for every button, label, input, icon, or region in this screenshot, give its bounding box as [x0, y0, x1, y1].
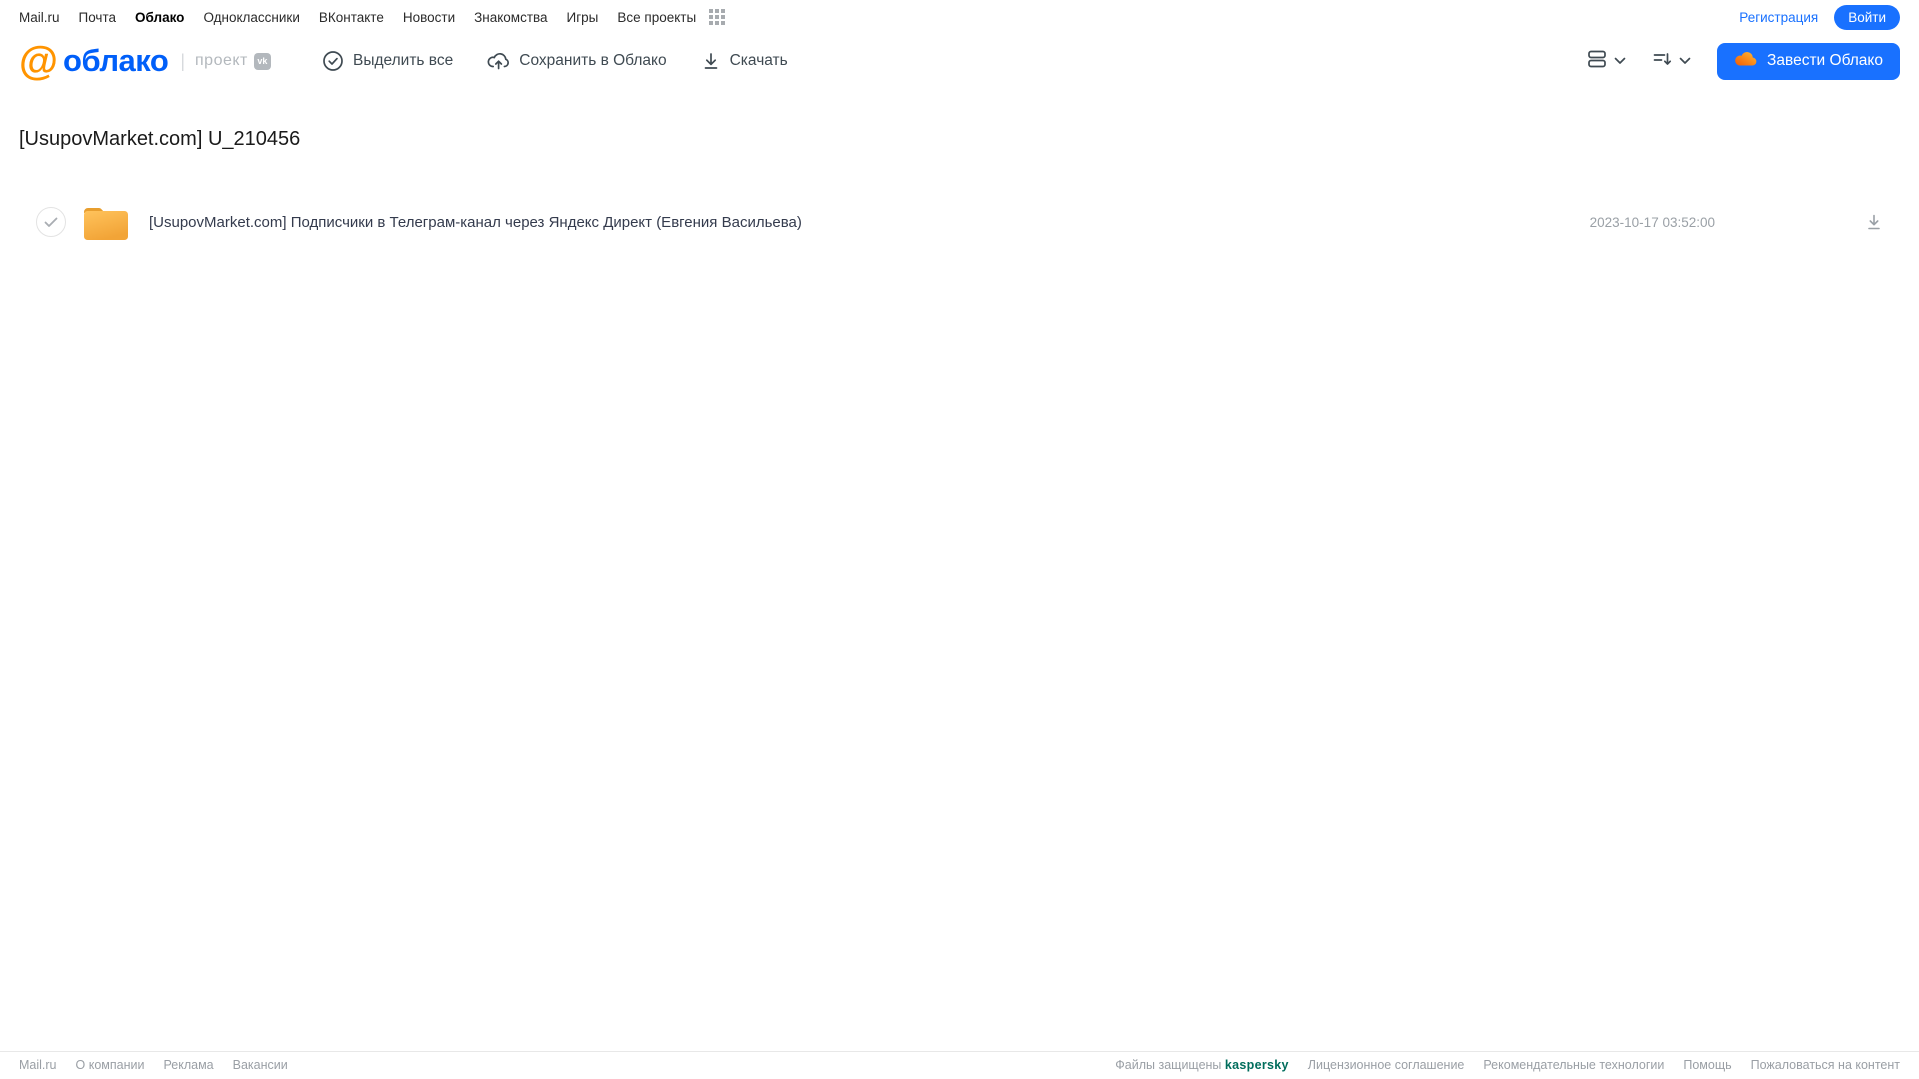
checkmark-icon: [44, 217, 58, 227]
kaspersky-logo: kaspersky: [1224, 1058, 1289, 1072]
vk-icon: vk: [253, 52, 271, 70]
topnav-link-igry[interactable]: Игры: [567, 10, 599, 25]
footer-link-license[interactable]: Лицензионное соглашение: [1308, 1058, 1465, 1072]
project-vk-label: | проект vk: [180, 51, 271, 72]
topnav-link-vkontakte[interactable]: ВКонтакте: [319, 10, 384, 25]
footer-link-report[interactable]: Пожаловаться на контент: [1751, 1058, 1900, 1072]
footer-link-help[interactable]: Помощь: [1683, 1058, 1731, 1072]
topnav-link-odnoklassniki[interactable]: Одноклассники: [203, 10, 299, 25]
cloud-upload-icon: [487, 50, 510, 72]
chevron-down-icon: [1614, 52, 1626, 70]
page-title: [UsupovMarket.com] U_210456: [19, 128, 301, 150]
download-label: Скачать: [729, 52, 788, 69]
view-mode-selector[interactable]: [1587, 49, 1626, 74]
footer-link-recommendations[interactable]: Рекомендательные технологии: [1483, 1058, 1664, 1072]
login-button[interactable]: Войти: [1834, 4, 1900, 30]
registration-link[interactable]: Регистрация: [1739, 10, 1818, 25]
kaspersky-protected[interactable]: Файлы защищены kaspersky: [1115, 1058, 1288, 1072]
sort-icon: [1652, 49, 1672, 74]
footer-link-jobs[interactable]: Вакансии: [233, 1058, 288, 1072]
topnav-link-znakomstva[interactable]: Знакомства: [474, 10, 547, 25]
main-content: [UsupovMarket.com] U_210456 [UsupovMarke…: [0, 128, 1919, 247]
header-right-controls: Завести Облако: [1587, 42, 1900, 80]
footer-link-about[interactable]: О компании: [76, 1058, 145, 1072]
top-nav-bar: Mail.ru Почта Облако Одноклассники ВКонт…: [0, 0, 1919, 34]
row-checkbox[interactable]: [36, 207, 66, 237]
header-bar: @ облако | проект vk Выделить все Сохран…: [0, 34, 1919, 88]
topnav-link-mailru[interactable]: Mail.ru: [19, 10, 60, 25]
cloud-logo[interactable]: @ облако | проект vk: [19, 41, 271, 81]
footer-link-ads[interactable]: Реклама: [163, 1058, 213, 1072]
protected-label: Файлы защищены: [1115, 1058, 1222, 1072]
project-label: проект: [195, 52, 248, 69]
sort-selector[interactable]: [1652, 49, 1691, 74]
row-download-icon[interactable]: [1865, 213, 1883, 231]
mailru-at-icon: @: [19, 39, 58, 83]
select-all-label: Выделить все: [353, 52, 454, 69]
file-name-link[interactable]: [UsupovMarket.com] Подписчики в Телеграм…: [149, 214, 802, 231]
select-all-button[interactable]: Выделить все: [322, 50, 453, 72]
logo-text: облако: [63, 43, 169, 78]
footer-bar: Mail.ru О компании Реклама Вакансии Файл…: [0, 1051, 1919, 1079]
cloud-icon: [1734, 50, 1757, 72]
topnav-link-oblako[interactable]: Облако: [135, 10, 184, 25]
download-button[interactable]: Скачать: [701, 51, 788, 71]
topnav-link-novosti[interactable]: Новости: [403, 10, 455, 25]
footer-link-mailru[interactable]: Mail.ru: [19, 1058, 57, 1072]
save-to-cloud-button[interactable]: Сохранить в Облако: [487, 50, 667, 72]
topnav-link-pochta[interactable]: Почта: [79, 10, 117, 25]
file-date: 2023-10-17 03:52:00: [1589, 214, 1715, 230]
save-to-cloud-label: Сохранить в Облако: [519, 52, 667, 69]
chevron-down-icon: [1679, 52, 1691, 70]
check-circle-icon: [322, 50, 344, 72]
file-row[interactable]: [UsupovMarket.com] Подписчики в Телеграм…: [19, 197, 1900, 247]
logo-divider: |: [180, 50, 185, 71]
topnav-link-all-projects[interactable]: Все проекты: [617, 10, 696, 25]
folder-icon: [82, 204, 130, 240]
list-view-icon: [1587, 49, 1607, 74]
apps-grid-icon[interactable]: [709, 9, 726, 25]
download-icon: [701, 51, 721, 71]
get-cloud-label: Завести Облако: [1767, 52, 1883, 69]
file-toolbar: Выделить все Сохранить в Облако Скачать: [322, 34, 788, 88]
get-cloud-button[interactable]: Завести Облако: [1717, 42, 1900, 80]
